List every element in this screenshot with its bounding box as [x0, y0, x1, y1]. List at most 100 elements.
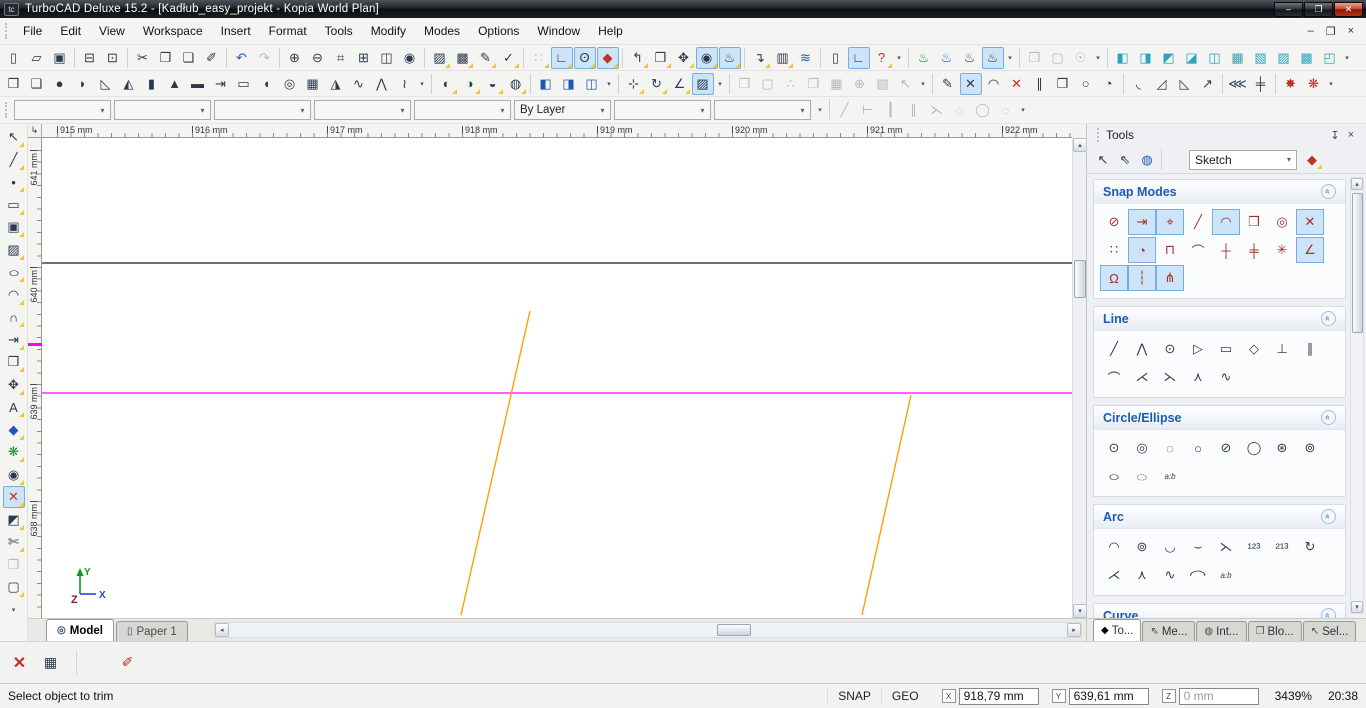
pattern-combo[interactable]: By Layer ▾ — [514, 100, 611, 120]
circle-tangent-to-arc[interactable]: ⊚ — [1296, 435, 1324, 461]
ellipse-fixed-ratio[interactable]: a:b — [1156, 463, 1184, 489]
ucs-rotate-tool[interactable]: ↻ — [646, 73, 668, 95]
disc-tool[interactable]: ◎ — [279, 73, 301, 95]
print-preview-button[interactable]: ⊡ — [102, 47, 124, 69]
dim-style-combo[interactable]: ▾ — [714, 100, 811, 120]
view-front-button[interactable]: ◧ — [1112, 47, 1134, 69]
render-button[interactable]: ♨ — [718, 46, 741, 69]
line-tangent-to-arc[interactable]: ⌒ — [1100, 364, 1128, 390]
text-tool[interactable]: A — [3, 396, 25, 418]
mdi-minimize-button[interactable]: – — [1308, 25, 1314, 38]
split-tool[interactable]: ╪ — [1250, 73, 1272, 95]
picture-manager-button[interactable]: ▩ — [452, 47, 474, 69]
arc-center-begin-end[interactable]: ◠ — [1100, 534, 1128, 560]
line-single[interactable]: ╱ — [1100, 336, 1128, 362]
camera-tool[interactable]: ◉ — [3, 464, 25, 486]
insert-part-tool[interactable]: ⇥ — [3, 329, 25, 351]
terrain-tool[interactable]: ⋀ — [371, 73, 393, 95]
cone-tool[interactable]: ▲ — [164, 73, 186, 95]
knife-tool[interactable]: ✄ — [3, 531, 25, 553]
camera-button[interactable]: ◉ — [695, 46, 718, 69]
arc-concentric[interactable]: ⊚ — [1128, 534, 1156, 560]
wedge-tool[interactable]: ◺ — [95, 73, 117, 95]
line-tool[interactable]: ╱ — [3, 149, 25, 171]
slice-tool[interactable]: ◒ — [482, 73, 504, 95]
paint-tool[interactable]: ◆ — [3, 419, 25, 441]
format-painter-button[interactable]: ✐ — [201, 47, 223, 69]
snap-quadrant[interactable]: ◔ — [1128, 237, 1156, 263]
circle-trim-tool[interactable]: ○ — [1075, 73, 1097, 95]
close-button[interactable]: ✕ — [1334, 1, 1363, 17]
snap-magnetic-point[interactable]: Ω — [1100, 265, 1128, 291]
snap-projection[interactable]: ⊓ — [1156, 237, 1184, 263]
menu-modes[interactable]: Modes — [415, 19, 469, 43]
text-style-combo[interactable]: ▾ — [614, 100, 711, 120]
open-button[interactable]: ▱ — [26, 47, 48, 69]
print-button[interactable]: ⊟ — [79, 47, 101, 69]
explode-tool[interactable]: ✸ — [1280, 73, 1302, 95]
3d-subtract-tool[interactable]: ◨ — [558, 73, 580, 95]
collapse-chevron-icon[interactable]: « — [1321, 608, 1336, 618]
vertical-scrollbar[interactable]: ▴ ▾ — [1072, 138, 1087, 618]
palette-tab-measure[interactable]: ⇖ Me... — [1142, 621, 1196, 641]
circle-double-point[interactable]: ◌ — [1156, 435, 1184, 461]
arc-endpoint-tool[interactable]: ∩ — [3, 306, 25, 328]
restore-button[interactable]: ❐ — [1304, 1, 1333, 17]
multi-trim-tool[interactable]: ∥ — [1029, 73, 1051, 95]
collapse-chevron-icon[interactable]: « — [1321, 184, 1336, 199]
pie-tool[interactable]: ◔ — [1098, 73, 1120, 95]
snap-aperture[interactable]: ⋔ — [1156, 265, 1184, 291]
copy-button[interactable]: ❐ — [155, 47, 177, 69]
view-right-button[interactable]: ◪ — [1181, 47, 1203, 69]
toolbar-overflow[interactable]: ▾ — [1018, 99, 1029, 121]
insert-symbol-button[interactable]: ◆ — [1302, 149, 1323, 170]
hemisphere-tool[interactable]: ◗ — [72, 73, 94, 95]
line-polygon[interactable]: ⊙ — [1156, 336, 1184, 362]
menu-window[interactable]: Window — [528, 19, 589, 43]
ellipse-tool[interactable]: ○ — [3, 261, 25, 283]
geo-status-toggle[interactable]: GEO — [880, 689, 929, 703]
line-bisector[interactable]: ⋏ — [1184, 364, 1212, 390]
line-perpendicular[interactable]: ⊥ — [1268, 336, 1296, 362]
axes-toggle-button[interactable]: ∟ — [847, 46, 870, 69]
select-frame-tool[interactable]: ▢ — [3, 576, 25, 598]
style-edit-button[interactable]: ✐ — [115, 651, 141, 675]
close-icon[interactable]: × — [1343, 129, 1359, 141]
view-3d-button[interactable]: ❒ — [650, 47, 672, 69]
tab-paper-1[interactable]: ▯ Paper 1 — [115, 621, 188, 641]
snap-grid[interactable]: ∷ — [1100, 237, 1128, 263]
pen-style-button[interactable]: ✎ — [475, 47, 497, 69]
cancel-action-button[interactable]: ✕ — [7, 651, 33, 675]
zoom-selection-button[interactable]: ◉ — [399, 47, 421, 69]
view-back-button[interactable]: ◨ — [1135, 47, 1157, 69]
snap-status-toggle[interactable]: SNAP — [827, 689, 881, 703]
pan-button[interactable]: ✥ — [673, 47, 695, 69]
view-top-button[interactable]: ◫ — [1204, 47, 1226, 69]
rotated-box-tool[interactable]: ❑ — [26, 73, 48, 95]
view-iso-sw-button[interactable]: ◰ — [1319, 47, 1341, 69]
menu-edit[interactable]: Edit — [51, 19, 90, 43]
node-edit-tool-button[interactable]: ⇖ — [1115, 149, 1136, 170]
color-fill-button[interactable]: ◆ — [596, 46, 619, 69]
hatch-tool[interactable]: ▨ — [3, 239, 25, 261]
3d-union-tool[interactable]: ◧ — [535, 73, 557, 95]
palette-tab-blocks[interactable]: ❐ Blo... — [1247, 621, 1302, 641]
snap-angle[interactable]: ∠ — [1296, 237, 1324, 263]
rotated-ellipse[interactable]: ◌ — [1128, 463, 1156, 489]
slab-tool[interactable]: ▬ — [187, 73, 209, 95]
circle-concentric[interactable]: ◎ — [1128, 435, 1156, 461]
style-set-combo[interactable]: Sketch ▾ — [1189, 149, 1297, 170]
line-tangent-2-arcs[interactable]: ⋋ — [1156, 364, 1184, 390]
zoom-extents-button[interactable]: ⊞ — [353, 47, 375, 69]
meet-arc-tool[interactable]: ◠ — [983, 73, 1005, 95]
menu-modify[interactable]: Modify — [362, 19, 415, 43]
selection-info-button[interactable]: ▦ — [38, 651, 64, 675]
scroll-down-button[interactable]: ▾ — [1073, 604, 1087, 618]
snap-midpoint[interactable]: ┼ — [1212, 237, 1240, 263]
horizontal-scrollbar[interactable]: ◂ ▸ — [213, 622, 1082, 638]
point-tool[interactable]: • — [3, 171, 25, 193]
arc-tangent-to-entities[interactable]: ⋋ — [1212, 534, 1240, 560]
collapse-chevron-icon[interactable]: « — [1321, 509, 1336, 524]
canvas-line-frame-right[interactable] — [861, 394, 912, 616]
layer-combo[interactable]: ▾ — [414, 100, 511, 120]
